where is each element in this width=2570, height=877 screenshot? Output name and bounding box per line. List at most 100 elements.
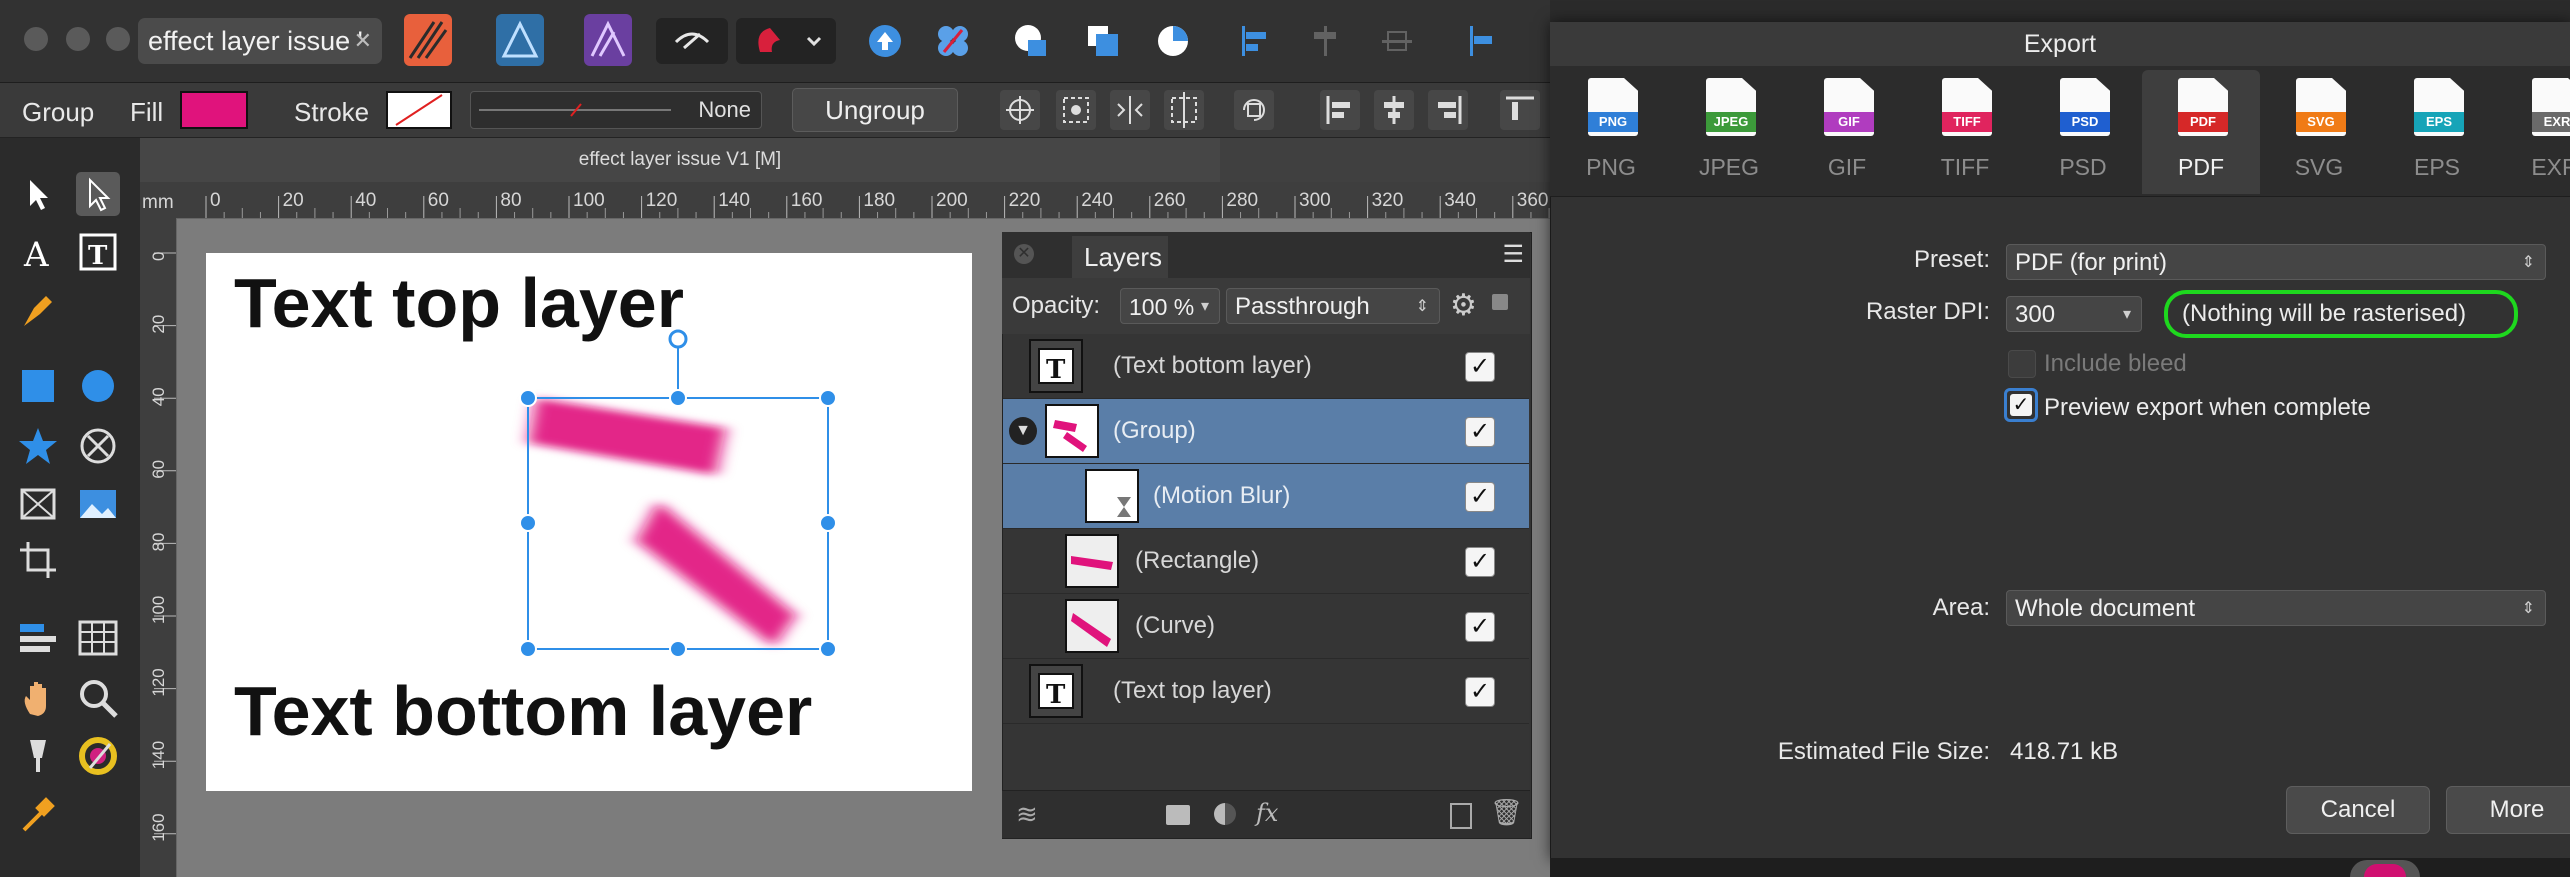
ellipse-tool-icon[interactable]	[76, 364, 120, 408]
rotate-icon[interactable]	[1234, 90, 1274, 130]
zoom-window-button[interactable]	[106, 27, 130, 51]
visibility-checkbox[interactable]: ✓	[1465, 547, 1495, 577]
format-tab-svg[interactable]: SVG SVG	[2260, 70, 2378, 194]
document-tab[interactable]: effect layer issue ' ✕	[138, 18, 382, 64]
minimize-window-button[interactable]	[66, 27, 90, 51]
pen-tool-icon[interactable]	[16, 288, 60, 332]
move-tool-icon[interactable]	[16, 172, 60, 216]
visibility-checkbox[interactable]: ✓	[1465, 352, 1495, 382]
group-artwork[interactable]	[206, 253, 972, 791]
cog-shape-tool-icon[interactable]	[76, 424, 120, 468]
visibility-checkbox[interactable]: ✓	[1465, 417, 1495, 447]
stroke-width-slider[interactable]: None	[470, 91, 762, 129]
layers-tab[interactable]: Layers	[1072, 236, 1168, 278]
close-panel-icon[interactable]: ✕	[1014, 244, 1034, 264]
layer-row-group[interactable]: ▼ (Group) ✓	[1003, 399, 1529, 464]
opacity-field[interactable]: 100 % ▾	[1120, 288, 1220, 324]
stroke-swatch[interactable]	[386, 91, 452, 129]
visibility-checkbox[interactable]: ✓	[1465, 482, 1495, 512]
visibility-checkbox[interactable]: ✓	[1465, 612, 1495, 642]
distribute-icon[interactable]	[1464, 22, 1502, 60]
subtract-shape-icon[interactable]	[1084, 22, 1122, 60]
cancel-button[interactable]: Cancel	[2286, 786, 2430, 834]
frame-text-tool-icon[interactable]: T	[76, 230, 120, 274]
horizontal-ruler[interactable]: mm 0 20 40 60 80 100 120 140 160 180 200 220 240 260 2…	[140, 182, 1550, 219]
format-tab-psd[interactable]: PSD PSD	[2024, 70, 2142, 194]
designer-persona-icon[interactable]	[404, 14, 452, 66]
export-persona-icon[interactable]	[584, 14, 632, 66]
lock-icon[interactable]	[1492, 294, 1508, 310]
node-tool-icon[interactable]	[76, 172, 120, 216]
close-icon[interactable]: ✕	[354, 18, 372, 64]
crop-tool-icon[interactable]	[16, 538, 60, 582]
add-shape-icon[interactable]	[1012, 22, 1050, 60]
format-tab-eps[interactable]: EPS EPS	[2378, 70, 2496, 194]
flip-horizontal-icon[interactable]	[1110, 90, 1150, 130]
adjustment-icon[interactable]	[1214, 803, 1236, 825]
layer-row-motion-blur[interactable]: (Motion Blur) ✓	[1003, 464, 1529, 529]
text-frame-tool-icon[interactable]	[16, 616, 60, 660]
align-left-icon[interactable]	[1320, 90, 1360, 130]
format-icon-badge: EPS	[2414, 112, 2464, 132]
mask-icon[interactable]	[1166, 805, 1190, 825]
rectangle-tool-icon[interactable]	[16, 364, 60, 408]
zoom-tool-icon[interactable]	[76, 676, 120, 720]
fx-icon[interactable]: fx	[1256, 799, 1278, 827]
format-tab-tiff[interactable]: TIFF TIFF	[1906, 70, 2024, 194]
visibility-checkbox[interactable]: ✓	[1465, 677, 1495, 707]
snapping-button[interactable]	[736, 18, 836, 64]
area-select[interactable]: Whole document ⇕	[2006, 590, 2546, 626]
format-tab-pdf[interactable]: PDF PDF	[2142, 70, 2260, 194]
panel-menu-icon[interactable]: ☰	[1502, 240, 1524, 269]
layer-row-text-top[interactable]: T (Text top layer) ✓	[1003, 659, 1529, 724]
ungroup-button[interactable]: Ungroup	[792, 88, 958, 132]
layers-stack-icon[interactable]: ≋	[1016, 799, 1038, 830]
layer-row-rectangle[interactable]: (Rectangle) ✓	[1003, 529, 1529, 594]
format-tab-jpeg[interactable]: JPEG JPEG	[1670, 70, 1788, 194]
trash-icon[interactable]: 🗑	[1490, 797, 1523, 828]
vertical-ruler[interactable]: 0 20 40 60 80 100 120 140 160	[140, 218, 177, 877]
layer-row-text-bottom[interactable]: T (Text bottom layer) ✓	[1003, 334, 1529, 399]
artistic-text-tool-icon[interactable]: A	[16, 230, 60, 275]
document-page[interactable]: Text top layer Text bottom layer	[206, 253, 972, 791]
align-top-icon[interactable]	[1500, 90, 1540, 130]
place-image-tool-icon[interactable]	[76, 482, 120, 526]
align-center-icon[interactable]	[1374, 90, 1414, 130]
table-tool-icon[interactable]	[76, 616, 120, 660]
disclosure-triangle-icon[interactable]: ▼	[1009, 417, 1037, 445]
flip-vertical-icon[interactable]	[1164, 90, 1204, 130]
format-tab-png[interactable]: PNG PNG	[1552, 70, 1670, 194]
blend-mode-select[interactable]: Passthrough ⇕	[1226, 288, 1440, 324]
pixel-persona-icon[interactable]	[496, 14, 544, 66]
align-left-icon[interactable]	[1236, 22, 1274, 60]
align-center-icon[interactable]	[1306, 22, 1344, 60]
view-mode-button[interactable]	[656, 18, 728, 64]
format-tab-exr[interactable]: EXR EXR	[2496, 70, 2570, 194]
more-button[interactable]: More	[2446, 786, 2570, 834]
intersect-shape-icon[interactable]	[1154, 22, 1192, 60]
move-to-front-icon[interactable]	[866, 22, 904, 60]
hand-tool-icon[interactable]	[16, 676, 60, 720]
star-tool-icon[interactable]	[16, 424, 60, 468]
align-middle-icon[interactable]	[1378, 22, 1416, 60]
flower-icon[interactable]	[934, 22, 972, 60]
color-picker-tool-icon[interactable]	[76, 734, 120, 778]
layer-row-curve[interactable]: (Curve) ✓	[1003, 594, 1529, 659]
document-title-tab[interactable]: effect layer issue V1 [M]	[140, 138, 1220, 182]
add-layer-icon[interactable]	[1450, 803, 1472, 829]
vector-crop-tool-icon[interactable]	[16, 482, 60, 526]
gear-icon[interactable]: ⚙	[1450, 288, 1477, 323]
show-bbox-icon[interactable]	[1056, 90, 1096, 130]
align-right-icon[interactable]	[1428, 90, 1468, 130]
transform-origin-icon[interactable]	[1000, 90, 1040, 130]
close-window-button[interactable]	[24, 27, 48, 51]
include-bleed-checkbox[interactable]	[2008, 350, 2036, 378]
raster-dpi-field[interactable]: 300 ▾	[2006, 296, 2142, 332]
format-tab-gif[interactable]: GIF GIF	[1788, 70, 1906, 194]
preset-select[interactable]: PDF (for print) ⇕	[2006, 244, 2546, 280]
fill-tool-icon[interactable]	[16, 734, 60, 778]
preview-export-checkbox[interactable]: ✓	[2004, 388, 2038, 422]
fill-swatch[interactable]	[180, 91, 248, 129]
eyedropper-tool-icon[interactable]	[16, 792, 60, 836]
ruler-tick-label: 340	[1444, 190, 1476, 211]
